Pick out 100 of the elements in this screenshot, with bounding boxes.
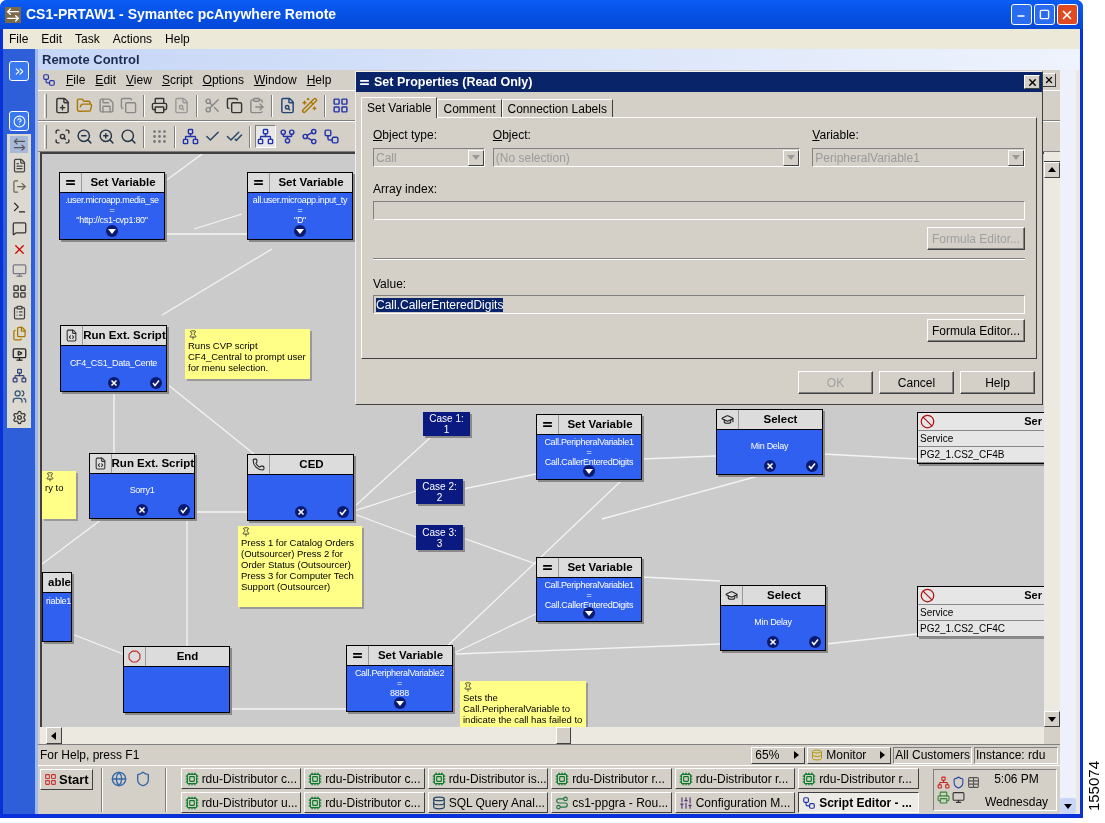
zoom-control[interactable]: 65% bbox=[751, 746, 806, 764]
node-text: riable1 bbox=[46, 596, 71, 606]
dialog-button[interactable]: Cancel bbox=[879, 371, 954, 394]
node-text: = bbox=[586, 590, 592, 600]
node-text: Call.PeripheralVariable1 bbox=[544, 437, 634, 447]
case-value: 3 bbox=[436, 537, 443, 549]
node-text: Call.CallerEnteredDigits bbox=[544, 457, 634, 467]
note-text: ry to bbox=[45, 482, 65, 493]
status-panel: All Customers bbox=[893, 746, 972, 764]
menu-item[interactable]: Help bbox=[306, 71, 332, 89]
node-text: 8888 bbox=[390, 688, 409, 698]
case-name: Case 1: bbox=[429, 413, 464, 424]
node-text: = bbox=[397, 678, 402, 688]
flow-node[interactable]: Set Variable Call.PeripheralVariable2 = 8888 bbox=[346, 645, 453, 712]
case-value: 2 bbox=[436, 491, 443, 503]
taskbar-button[interactable]: rdu-Distributor u... bbox=[180, 792, 302, 813]
flow-node[interactable]: Set Variable all.user.microapp.input_ty = "D" bbox=[247, 172, 353, 240]
node-title: Set Variable bbox=[376, 647, 445, 663]
node-text: Call.PeripheralVariable2 bbox=[354, 668, 445, 678]
node-title: able bbox=[48, 574, 71, 590]
case-name: Case 3: bbox=[422, 526, 457, 538]
taskbar-button[interactable]: rdu-Distributor c... bbox=[304, 792, 425, 813]
menu-item[interactable]: Edit bbox=[41, 30, 63, 48]
node-text: Call.CallerEnteredDigits bbox=[544, 600, 634, 610]
value-text: Call.CallerEnteredDigits bbox=[376, 297, 504, 312]
dialog-tab[interactable]: Comment bbox=[437, 99, 502, 117]
taskbar-button[interactable]: rdu-Distributor is... bbox=[427, 768, 549, 789]
note-text: Runs CVP script CF4_Central to prompt user for menu selection. bbox=[188, 340, 307, 373]
field-label: Array index: bbox=[373, 181, 439, 198]
node-title: Set Variable bbox=[566, 416, 634, 432]
node-text: = bbox=[586, 447, 592, 457]
dialog-tab[interactable]: Connection Labels bbox=[501, 99, 613, 117]
node-text: Min Delay bbox=[754, 617, 792, 627]
dialog-tab[interactable]: Set Variable bbox=[361, 97, 438, 118]
node-title: Select bbox=[766, 587, 802, 603]
taskbar-button[interactable]: rdu-Distributor c... bbox=[304, 768, 425, 789]
node-title: Run Ext. Script bbox=[83, 327, 166, 343]
node-title: Run Ext. Script bbox=[111, 455, 194, 471]
field-label: Object type: bbox=[373, 127, 439, 144]
case-value: 1 bbox=[443, 424, 450, 435]
menu-item[interactable]: Task bbox=[75, 30, 100, 48]
menu-item[interactable]: View bbox=[126, 71, 152, 89]
menu-item[interactable]: Script bbox=[161, 71, 193, 89]
menu-item[interactable]: Window bbox=[253, 71, 297, 89]
node-text: all.user.microapp.input_ty bbox=[252, 195, 348, 205]
flow-node[interactable]: Set Variable Call.PeripheralVariable1 = Call.CallerEnteredDigits bbox=[536, 557, 642, 622]
window-title: CS1-PRTAW1 - Symantec pcAnywhere Remote bbox=[26, 5, 337, 24]
field-label: Variable: bbox=[812, 127, 860, 144]
flow-node[interactable]: Select Min Delay bbox=[720, 585, 826, 651]
node-text: Min Delay bbox=[750, 441, 789, 451]
taskbar-button[interactable]: rdu-Distributor r... bbox=[674, 768, 796, 789]
taskbar-button[interactable]: rdu-Distributor r... bbox=[551, 768, 672, 789]
menu-item[interactable]: Options bbox=[202, 71, 244, 89]
node-text: = bbox=[297, 205, 303, 215]
flow-node[interactable]: Set Variable .user.microapp.media_se = "http://cs1-cvp1:80" bbox=[59, 172, 165, 240]
menu-item[interactable]: Edit bbox=[95, 71, 117, 89]
flow-node[interactable]: Select Min Delay bbox=[716, 409, 823, 475]
dialog-button[interactable]: Formula Editor... bbox=[927, 319, 1025, 342]
menu-item[interactable]: Actions bbox=[112, 30, 153, 48]
clock-time: 5:06 PM bbox=[994, 770, 1039, 788]
flow-node[interactable]: Run Ext. Script Sorry1 bbox=[89, 453, 195, 519]
case-name: Case 2: bbox=[422, 480, 457, 492]
flow-node[interactable]: Set Variable Call.PeripheralVariable1 = Call.CallerEnteredDigits bbox=[536, 414, 642, 480]
status-text: For Help, press F1 bbox=[39, 747, 140, 764]
taskbar-button[interactable]: rdu-Distributor c... bbox=[180, 768, 302, 789]
node-title: Set Variable bbox=[277, 174, 345, 190]
taskbar-button[interactable]: SQL Query Anal... bbox=[427, 792, 549, 813]
node-text: .user.microapp.media_se bbox=[65, 195, 159, 205]
menu-item[interactable]: Help bbox=[165, 30, 190, 48]
node-title: Ser bbox=[1024, 588, 1043, 603]
field-label: Object: bbox=[492, 127, 532, 144]
flow-node[interactable]: CED bbox=[247, 454, 354, 521]
node-title: Ser bbox=[1024, 414, 1043, 430]
mode-control[interactable]: Monitor bbox=[807, 746, 892, 764]
clock-day: Wednesday bbox=[984, 792, 1049, 811]
taskbar-button[interactable]: Configuration M... bbox=[674, 792, 796, 813]
service-node[interactable]: Ser Service PG2_1.CS2_CF4B bbox=[917, 412, 1044, 464]
note-text: Sets the Call.PeripheralVariable to indicate the call has failed to bbox=[463, 692, 583, 725]
menu-item[interactable]: File bbox=[66, 71, 86, 89]
service-node[interactable]: Ser Service PG2_1.CS2_CF4C bbox=[917, 586, 1044, 637]
menu-item[interactable]: File bbox=[9, 30, 29, 48]
taskbar-button[interactable]: cs1-ppgra - Rou... bbox=[551, 792, 672, 813]
flow-node[interactable]: End bbox=[123, 646, 230, 713]
node-title: Set Variable bbox=[89, 174, 157, 190]
taskbar-button[interactable]: Script Editor - ... bbox=[798, 792, 919, 813]
flow-node[interactable]: able riable1 bbox=[42, 572, 72, 642]
node-text: Call.PeripheralVariable1 bbox=[544, 580, 634, 590]
status-panel: Instance: rdu bbox=[974, 746, 1058, 764]
taskbar-button[interactable]: rdu-Distributor r... bbox=[798, 768, 919, 789]
node-text: "http://cs1-cvp1:80" bbox=[76, 215, 148, 225]
node-text: Sorry1 bbox=[129, 485, 155, 495]
node-title: Select bbox=[762, 411, 799, 427]
node-text: CF4_CS1_Data_Cente bbox=[69, 357, 158, 368]
flow-node[interactable]: Run Ext. Script CF4_CS1_Data_Cente bbox=[60, 325, 167, 392]
value-field[interactable]: Call.CallerEnteredDigits bbox=[373, 295, 1025, 314]
field-label: Value: bbox=[373, 276, 408, 293]
node-title: Set Variable bbox=[566, 559, 634, 575]
dialog-button[interactable]: Help bbox=[960, 371, 1035, 394]
start-button[interactable]: Start bbox=[40, 769, 93, 790]
dialog-title: Set Properties (Read Only) bbox=[374, 73, 533, 91]
